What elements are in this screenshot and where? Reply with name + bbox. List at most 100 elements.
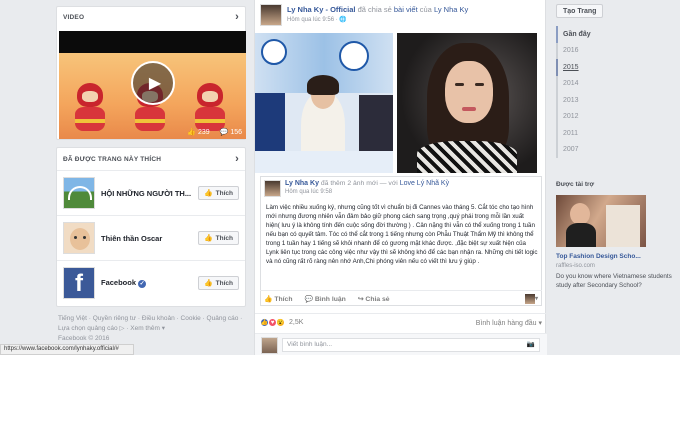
year-item[interactable]: 2013	[556, 92, 616, 109]
year-item[interactable]: 2015	[556, 59, 616, 76]
shared-author-name[interactable]: Ly Nha Ky	[285, 180, 319, 187]
video-comments: 💬 156	[219, 129, 242, 136]
shared-action-text: đã thêm 2 ảnh mới — với	[320, 180, 398, 187]
viewer-avatar	[261, 337, 278, 354]
cartoon-character	[193, 83, 227, 133]
page-thumbnail[interactable]	[63, 177, 95, 209]
author-name[interactable]: Ly Nha Ky - Official	[287, 5, 356, 14]
tagged-page-link[interactable]: Love Lý Nhã Kỳ	[400, 180, 449, 187]
liked-page-item[interactable]: Thiên thần Oscar 👍 Thích	[57, 215, 245, 260]
post-photo-1[interactable]	[255, 33, 393, 173]
shared-post: Ly Nha Ky đã thêm 2 ảnh mới — với Love L…	[260, 176, 542, 306]
like-button[interactable]: 👍 Thích	[264, 295, 292, 303]
facebook-logo-icon[interactable]: f	[63, 267, 95, 299]
video-player[interactable]: ▶ 👍 239 💬 156	[59, 31, 246, 139]
ad-description: Do you know where Vietnamese students st…	[556, 273, 672, 289]
liked-pages-header[interactable]: ĐÃ ĐƯỢC TRANG NÀY THÍCH ›	[57, 148, 245, 170]
page-name[interactable]: Thiên thần Oscar	[101, 234, 198, 243]
year-item[interactable]: Gần đây	[556, 26, 616, 43]
ad-domain[interactable]: raffles-iso.com	[556, 263, 595, 269]
post-timestamp[interactable]: Hôm qua lúc 9:56 · 🌐	[287, 16, 347, 23]
shared-timestamp[interactable]: Hôm qua lúc 9:58	[285, 189, 332, 195]
chevron-down-icon: ▾	[534, 296, 538, 302]
footer-link[interactable]: Lựa chọn quảng cáo	[58, 325, 118, 332]
chevron-down-icon: ▾	[538, 319, 542, 327]
thumbs-up-icon: 👍	[187, 129, 196, 136]
footer-link[interactable]: Điều khoản	[142, 315, 175, 322]
footer-link[interactable]: Xem thêm	[130, 325, 160, 332]
post-of-text: của	[419, 5, 432, 14]
wow-reaction-icon[interactable]: 😮	[276, 318, 285, 327]
footer-links: Tiếng Việt · Quyền riêng tư · Điều khoản…	[58, 315, 243, 342]
post-link[interactable]: bài viết	[394, 5, 418, 14]
post-header: Ly Nha Ky - Official đã chia sẻ bài viết…	[287, 5, 542, 14]
page-name[interactable]: Facebook ✓	[101, 278, 198, 288]
share-icon: ↪	[357, 295, 364, 303]
post-action-text: đã chia sẻ	[357, 5, 392, 14]
copyright: Facebook © 2016	[58, 335, 110, 342]
shared-header: Ly Nha Ky đã thêm 2 ảnh mới — với Love L…	[285, 180, 449, 187]
browser-status-url: https://www.facebook.com/lynhaky.officia…	[0, 344, 134, 355]
video-section: VIDEO › ▶ 👍 239 💬 156	[56, 6, 246, 140]
liked-pages-section: ĐÃ ĐƯỢC TRANG NÀY THÍCH › HỘI NHỮNG NGƯỜ…	[56, 147, 246, 307]
comment-icon: 💬	[304, 295, 313, 303]
viewer-avatar	[524, 293, 535, 304]
thumbs-up-icon: 👍	[203, 190, 213, 197]
share-button[interactable]: ↪ Chia sẻ	[358, 295, 390, 303]
reactions-bar: 👍 ♥ 😮 2,5K Bình luận hàng đầu ▾	[255, 313, 547, 331]
page-thumbnail[interactable]	[63, 222, 95, 254]
footer-link[interactable]: Cookie	[181, 315, 201, 322]
post-actions: 👍 Thích 💬 Bình luận ↪ Chia sẻ ▾	[260, 290, 542, 306]
footer-link[interactable]: Tiếng Việt	[58, 315, 87, 322]
year-item[interactable]: 2016	[556, 42, 616, 59]
sponsored-heading: Được tài trợ	[556, 181, 595, 188]
year-item[interactable]: 2011	[556, 125, 616, 142]
video-top-bar	[59, 31, 246, 53]
footer-link[interactable]: Quyền riêng tư	[93, 315, 136, 322]
video-section-title: VIDEO	[63, 13, 85, 21]
thumbs-up-icon: 👍	[264, 295, 273, 303]
like-page-button[interactable]: 👍 Thích	[197, 231, 239, 245]
cartoon-character	[73, 83, 107, 133]
liked-page-item[interactable]: HỘI NHỮNG NGƯỜI TH... 👍 Thích	[57, 170, 245, 215]
shared-author-avatar[interactable]	[264, 180, 281, 197]
target-page-link[interactable]: Ly Nha Ky	[434, 5, 468, 14]
video-section-header[interactable]: VIDEO ›	[57, 7, 245, 27]
footer-link[interactable]: Quảng cáo	[207, 315, 239, 322]
post-photo-2[interactable]	[397, 33, 537, 173]
top-comments-dropdown[interactable]: Bình luận hàng đầu ▾	[476, 319, 542, 327]
like-page-button[interactable]: 👍 Thích	[197, 276, 239, 290]
play-icon[interactable]: ▶	[131, 61, 175, 105]
liked-pages-title: ĐÃ ĐƯỢC TRANG NÀY THÍCH	[63, 155, 162, 163]
timeline-years: Gần đây 2016 2015 2014 2013 2012 2011 20…	[556, 26, 616, 158]
chevron-right-icon[interactable]: ›	[235, 11, 239, 23]
reactions-count[interactable]: 2,5K	[289, 319, 303, 326]
thumbs-up-icon: 👍	[203, 280, 213, 287]
like-page-button[interactable]: 👍 Thích	[197, 186, 239, 200]
right-sidebar: Tạo Trang Gần đây 2016 2015 2014 2013 20…	[556, 0, 680, 355]
chevron-down-icon[interactable]: ▾	[162, 325, 165, 332]
verified-badge-icon: ✓	[138, 280, 147, 288]
chevron-right-icon[interactable]: ›	[235, 153, 239, 165]
comment-icon: 💬	[219, 129, 229, 136]
year-item[interactable]: 2007	[556, 141, 616, 158]
video-stats: 👍 239 💬 156	[187, 128, 242, 136]
camera-icon[interactable]: 📷	[527, 340, 535, 348]
thumbs-up-icon: 👍	[203, 235, 213, 242]
comment-composer: Viết bình luận... 📷	[255, 333, 547, 355]
ad-title[interactable]: Top Fashion Design Scho...	[556, 253, 641, 260]
author-avatar[interactable]	[260, 4, 282, 26]
page-name[interactable]: HỘI NHỮNG NGƯỜI TH...	[101, 189, 198, 198]
year-item[interactable]: 2014	[556, 75, 616, 92]
ad-image[interactable]	[556, 195, 646, 247]
create-page-button[interactable]: Tạo Trang	[556, 4, 604, 18]
shared-post-text: Làm việc nhiều xuống ký, nhưng cũng tốt …	[266, 204, 538, 265]
comment-input[interactable]: Viết bình luận... 📷	[282, 338, 540, 352]
adchoices-icon[interactable]: ▷	[119, 325, 124, 332]
liked-page-item[interactable]: f Facebook ✓ 👍 Thích	[57, 260, 245, 305]
globe-icon: 🌐	[339, 17, 347, 23]
viewer-selector[interactable]: ▾	[524, 293, 538, 304]
comment-button[interactable]: 💬 Bình luận	[304, 295, 345, 303]
year-item[interactable]: 2012	[556, 108, 616, 125]
post-card: Ly Nha Ky - Official đã chia sẻ bài viết…	[254, 0, 547, 355]
